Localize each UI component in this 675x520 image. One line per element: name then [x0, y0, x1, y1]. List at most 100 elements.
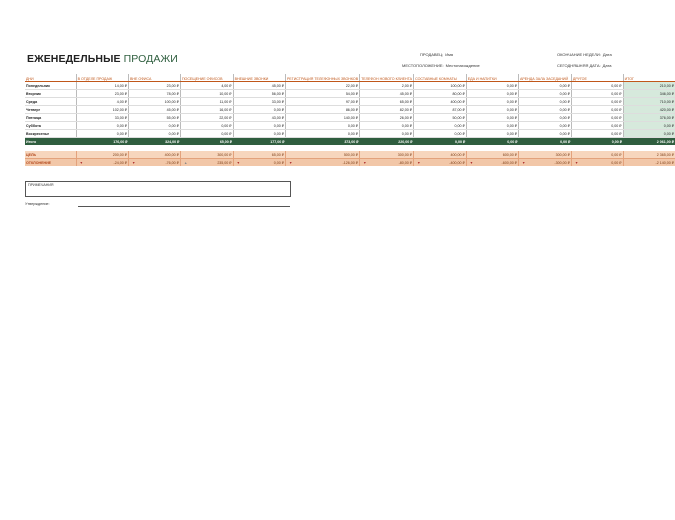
value-cell[interactable]: 0,00 ₽	[359, 129, 414, 138]
goal-cell[interactable]: 300,00 ₽	[517, 151, 572, 159]
value-cell[interactable]: 0,00 ₽	[128, 121, 181, 130]
value-cell[interactable]: 0,00 ₽	[465, 113, 519, 122]
value-cell[interactable]: 0,00 ₽	[413, 121, 467, 130]
value-cell[interactable]: 56,00 ₽	[232, 89, 286, 98]
value-cell[interactable]: 0,00 ₽	[179, 121, 234, 130]
value-cell[interactable]: 26,00 ₽	[359, 113, 414, 122]
value-cell[interactable]: 23,00 ₽	[75, 89, 129, 98]
value-cell[interactable]: 0,00 ₽	[570, 121, 624, 130]
value-cell[interactable]: 0,00 ₽	[465, 105, 519, 114]
value-cell[interactable]: 45,00 ₽	[232, 81, 286, 90]
seller-label: ПРОДАВЕЦ:	[420, 52, 444, 57]
value-cell[interactable]: 86,00 ₽	[284, 105, 360, 114]
notes-box[interactable]: ПРИМЕЧАНИЯ	[25, 181, 291, 197]
value-cell[interactable]: 0,00 ₽	[517, 89, 572, 98]
value-cell[interactable]: 80,00 ₽	[413, 89, 467, 98]
value-cell[interactable]: 22,00 ₽	[284, 81, 360, 90]
value-cell[interactable]: 0,00 ₽	[570, 89, 624, 98]
deviation-cell: -2 140,00 ₽	[622, 158, 675, 166]
value-cell[interactable]: 0,00 ₽	[517, 97, 572, 106]
value-cell[interactable]: 0,00 ₽	[284, 129, 360, 138]
value-cell[interactable]: 23,00 ₽	[128, 81, 181, 90]
value-cell[interactable]: 0,00 ₽	[284, 121, 360, 130]
value-cell[interactable]: 54,00 ₽	[284, 89, 360, 98]
value-cell[interactable]: 0,00 ₽	[232, 121, 286, 130]
value-cell[interactable]: 33,00 ₽	[232, 97, 286, 106]
goal-cell[interactable]: 200,00 ₽	[75, 151, 129, 159]
value-cell[interactable]: 0,00 ₽	[128, 129, 181, 138]
value-cell[interactable]: 0,00 ₽	[517, 129, 572, 138]
goal-cell[interactable]: 300,00 ₽	[179, 151, 234, 159]
table-row: Пятница 33,00 ₽55,00 ₽22,00 ₽43,00 ₽140,0…	[25, 113, 675, 122]
value-cell[interactable]: 4,00 ₽	[179, 81, 234, 90]
total-cell: 2 061,00 ₽	[623, 137, 675, 145]
value-cell[interactable]: 0,00 ₽	[517, 81, 572, 90]
value-cell[interactable]: 10,00 ₽	[179, 89, 234, 98]
location-value[interactable]: Местонахождение	[446, 63, 480, 68]
value-cell[interactable]: 0,00 ₽	[570, 81, 624, 90]
goal-cell[interactable]: 65,00 ₽	[232, 151, 286, 159]
trend-down-icon: ▼	[521, 160, 526, 165]
approval-signature-line[interactable]	[78, 206, 290, 207]
value-cell[interactable]: 0,00 ₽	[75, 129, 129, 138]
value-cell[interactable]: 0,00 ₽	[517, 113, 572, 122]
value-cell[interactable]: 22,00 ₽	[179, 113, 234, 122]
value-cell[interactable]: 43,00 ₽	[232, 113, 286, 122]
goal-cell[interactable]: 500,00 ₽	[284, 151, 360, 159]
value-cell[interactable]: 400,00 ₽	[413, 97, 467, 106]
value-cell[interactable]: 0,00 ₽	[413, 129, 467, 138]
value-cell[interactable]: 16,00 ₽	[179, 105, 234, 114]
value-cell[interactable]: 78,00 ₽	[128, 89, 181, 98]
value-cell[interactable]: 0,00 ₽	[465, 97, 519, 106]
value-cell[interactable]: 0,00 ₽	[570, 113, 624, 122]
value-cell[interactable]: 0,00 ₽	[570, 105, 624, 114]
goal-cell[interactable]: 400,00 ₽	[413, 151, 467, 159]
value-cell[interactable]: 4,00 ₽	[75, 97, 129, 106]
value-cell[interactable]: 82,00 ₽	[359, 105, 414, 114]
today-value[interactable]: Дата	[603, 63, 612, 68]
value-cell[interactable]: 33,00 ₽	[75, 113, 129, 122]
week-end-value[interactable]: Дата	[603, 52, 612, 57]
deviation-value: 0,00 ₽	[611, 160, 622, 165]
value-cell[interactable]: 0,00 ₽	[179, 129, 234, 138]
goal-cell[interactable]: 2 365,00 ₽	[622, 151, 675, 159]
value-cell[interactable]: 0,00 ₽	[570, 129, 624, 138]
value-cell[interactable]: 50,00 ₽	[413, 113, 467, 122]
value-cell[interactable]: 102,00 ₽	[75, 105, 129, 114]
goal-cell[interactable]: 0,00 ₽	[570, 151, 624, 159]
value-cell[interactable]: 0,00 ₽	[517, 121, 572, 130]
value-cell[interactable]: 87,00 ₽	[413, 105, 467, 114]
value-cell[interactable]: 0,00 ₽	[465, 89, 519, 98]
value-cell[interactable]: 0,00 ₽	[75, 121, 129, 130]
trend-down-icon: ▼	[236, 160, 240, 165]
goal-cell[interactable]: 600,00 ₽	[465, 151, 519, 159]
value-cell[interactable]: 55,00 ₽	[128, 113, 181, 122]
value-cell[interactable]: 100,00 ₽	[413, 81, 467, 90]
total-cell: 324,00 ₽	[128, 137, 181, 145]
goal-value: 2 365,00 ₽	[656, 152, 674, 157]
value-cell[interactable]: 45,00 ₽	[128, 105, 181, 114]
value-cell[interactable]: 11,00 ₽	[179, 97, 234, 106]
value-cell[interactable]: 0,00 ₽	[465, 129, 519, 138]
value-cell[interactable]: 140,00 ₽	[284, 113, 360, 122]
value-cell[interactable]: 0,00 ₽	[465, 121, 519, 130]
goal-cell[interactable]: 400,00 ₽	[128, 151, 181, 159]
value-cell[interactable]: 2,00 ₽	[359, 81, 414, 90]
deviation-value: -76,00 ₽	[165, 160, 179, 165]
value-cell[interactable]: 0,00 ₽	[232, 129, 286, 138]
value-cell[interactable]: 97,00 ₽	[284, 97, 360, 106]
value-cell[interactable]: 100,00 ₽	[128, 97, 181, 106]
value-cell[interactable]: 0,00 ₽	[232, 105, 286, 114]
value-cell[interactable]: 65,00 ₽	[359, 97, 414, 106]
value-cell[interactable]: 0,00 ₽	[359, 121, 414, 130]
value-cell[interactable]: 0,00 ₽	[465, 81, 519, 90]
goal-cell[interactable]: 300,00 ₽	[359, 151, 414, 159]
deviation-value: -600,00 ₽	[501, 160, 517, 165]
value-cell[interactable]: 45,00 ₽	[359, 89, 414, 98]
value-cell[interactable]: 14,00 ₽	[75, 81, 129, 90]
notes-label: ПРИМЕЧАНИЯ	[28, 183, 54, 187]
value-cell[interactable]: 0,00 ₽	[517, 105, 572, 114]
value-cell[interactable]: 0,00 ₽	[570, 97, 624, 106]
trend-down-icon: ▼	[469, 160, 474, 165]
seller-value[interactable]: Имя	[445, 52, 453, 57]
